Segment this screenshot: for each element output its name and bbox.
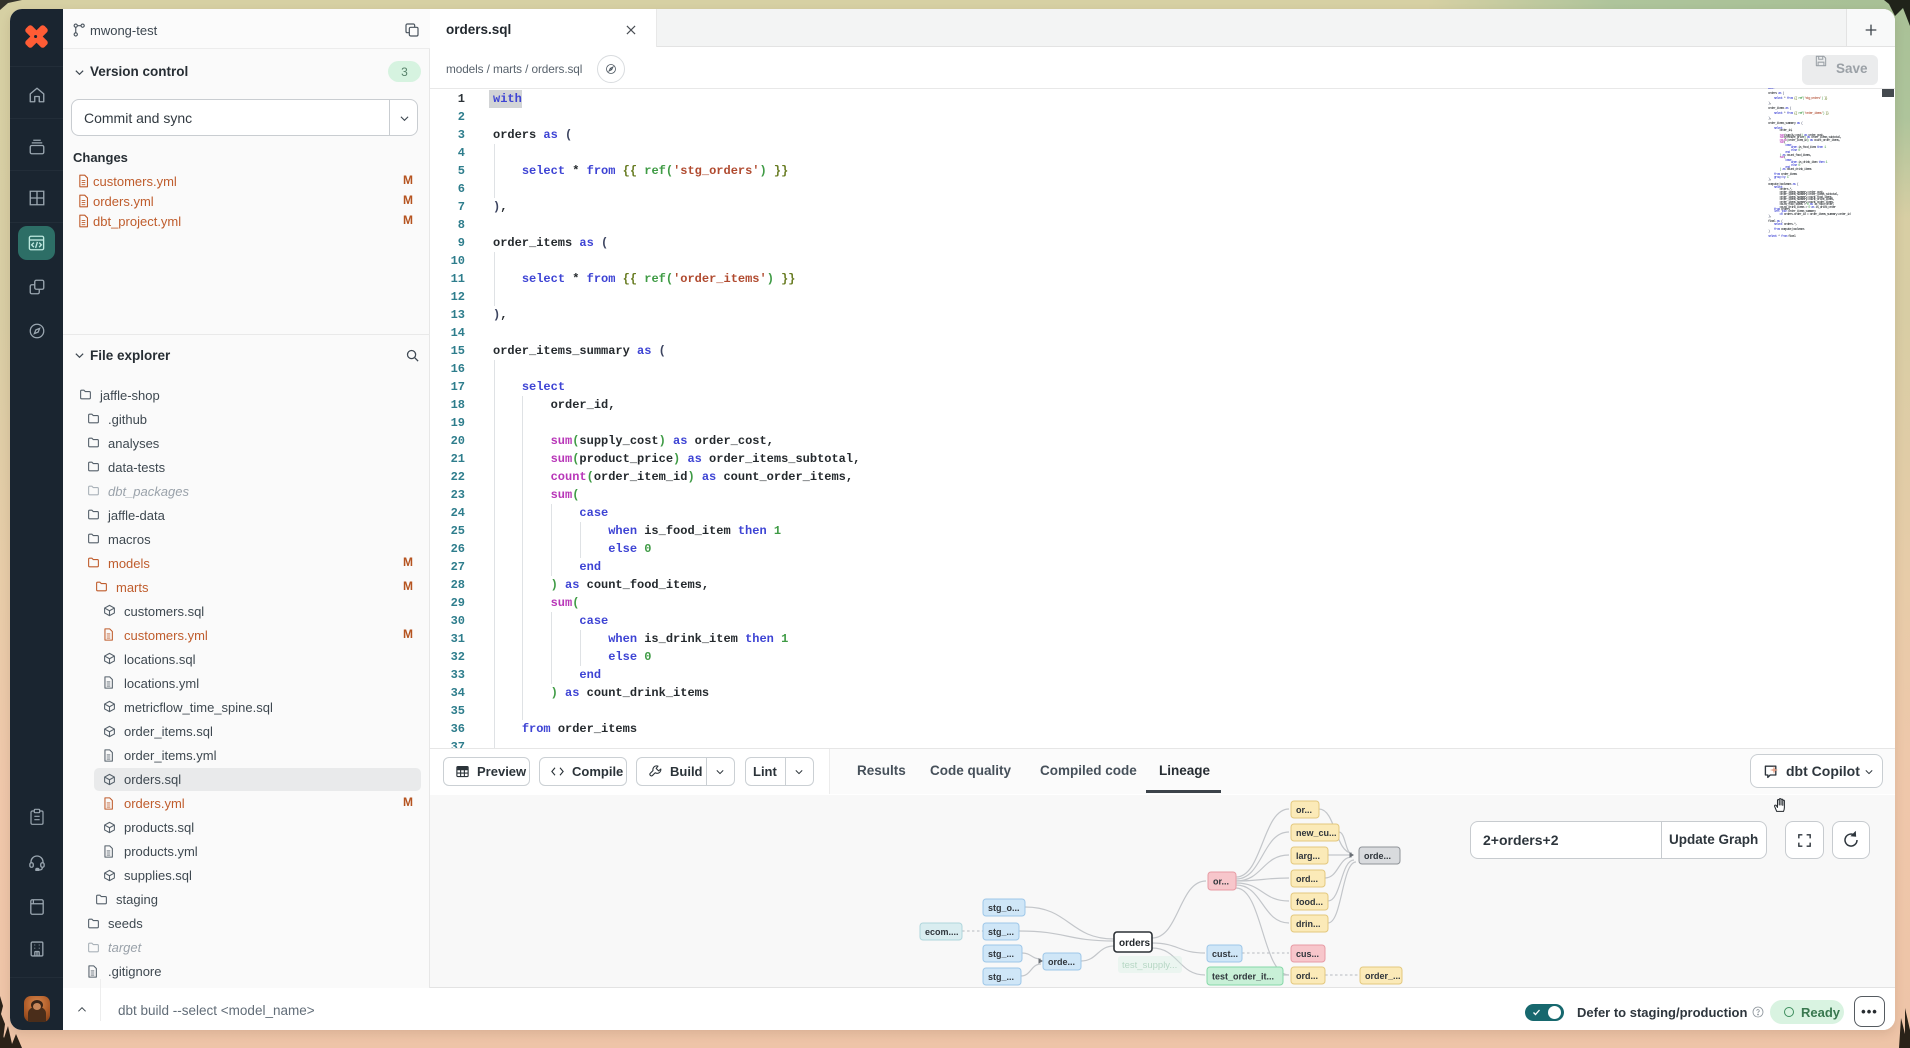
svg-text:or...: or... — [1296, 805, 1312, 815]
svg-text:orders: orders — [1119, 938, 1151, 949]
svg-text:stg_...: stg_... — [988, 927, 1014, 937]
svg-text:cus...: cus... — [1296, 949, 1319, 959]
svg-text:test_order_it...: test_order_it... — [1212, 972, 1274, 982]
svg-text:larg...: larg... — [1296, 851, 1320, 861]
svg-text:ord...: ord... — [1296, 971, 1318, 981]
svg-text:or...: or... — [1213, 877, 1229, 887]
svg-text:orde...: orde... — [1048, 957, 1075, 967]
svg-text:orde...: orde... — [1364, 851, 1391, 861]
svg-text:stg_...: stg_... — [988, 972, 1014, 982]
svg-text:stg_...: stg_... — [988, 949, 1014, 959]
svg-text:drin...: drin... — [1296, 919, 1321, 929]
svg-text:test_supply...: test_supply... — [1122, 960, 1177, 971]
svg-text:order_...: order_... — [1365, 971, 1401, 981]
svg-text:cust...: cust... — [1212, 949, 1238, 959]
svg-text:food...: food... — [1296, 897, 1323, 907]
svg-text:stg_o...: stg_o... — [988, 903, 1020, 913]
svg-text:new_cu...: new_cu... — [1296, 828, 1337, 838]
svg-text:ord...: ord... — [1296, 874, 1318, 884]
svg-text:ecom....: ecom.... — [925, 927, 959, 937]
